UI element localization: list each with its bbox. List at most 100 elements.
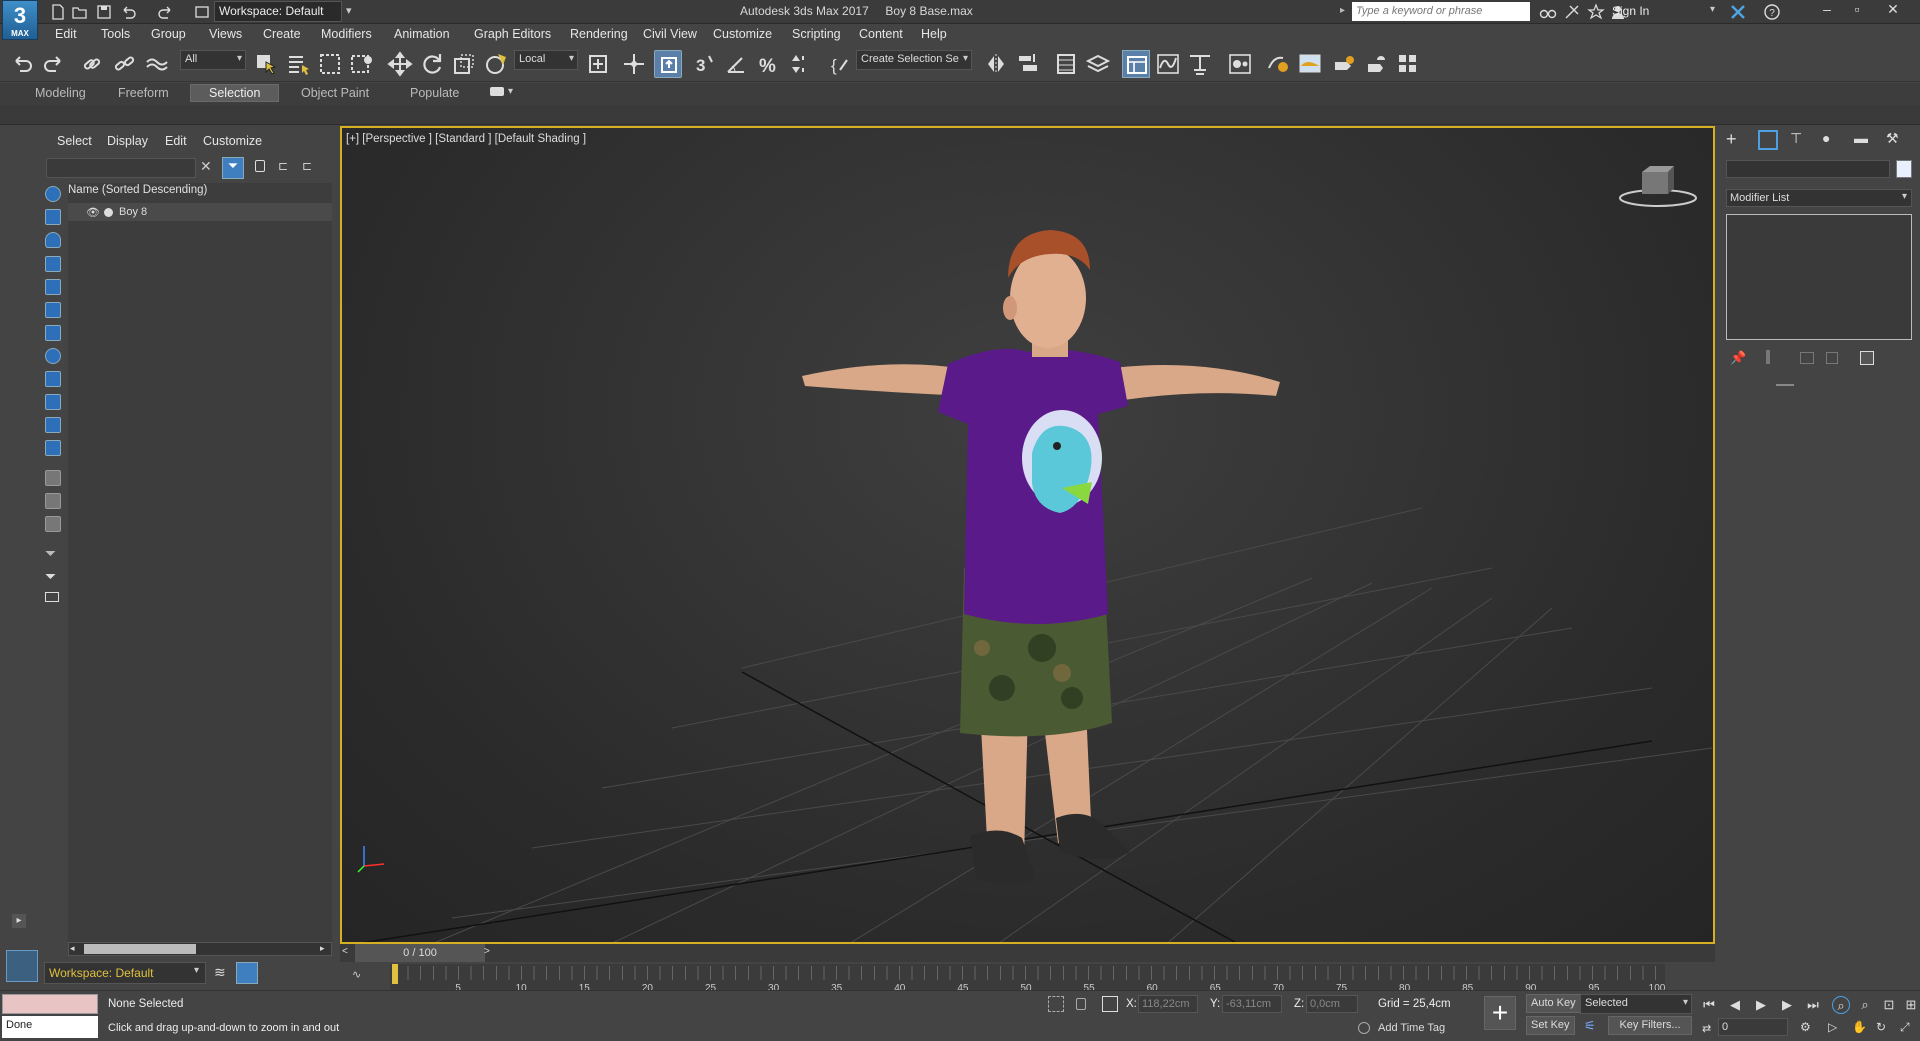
time-slider[interactable] — [340, 944, 1715, 962]
align-icon[interactable] — [1014, 50, 1042, 78]
explorer-menu-display[interactable]: Display — [107, 134, 148, 148]
scroll-left-icon[interactable]: ◂ — [70, 943, 75, 954]
select-and-manipulate-icon[interactable] — [620, 50, 648, 78]
toggle-layer-explorer-icon[interactable] — [1084, 50, 1112, 78]
snaps-toggle-icon[interactable]: 3 — [690, 50, 718, 78]
utilities-panel-icon[interactable]: ⚒ — [1886, 130, 1906, 150]
maxscript-result[interactable]: Done — [2, 1016, 98, 1038]
display-geometry-icon[interactable] — [45, 186, 61, 202]
menu-content[interactable]: Content — [859, 27, 903, 41]
display-invert-icon[interactable] — [45, 516, 61, 532]
tab-populate[interactable]: Populate — [410, 86, 459, 100]
select-and-place-icon[interactable] — [482, 50, 510, 78]
maximize-button[interactable]: ▫ — [1842, 0, 1872, 20]
name-column-header[interactable]: Name (Sorted Descending) — [68, 184, 207, 196]
render-setup-icon[interactable] — [1264, 50, 1292, 78]
motion-panel-icon[interactable]: ● — [1822, 130, 1842, 150]
menu-animation[interactable]: Animation — [394, 27, 450, 41]
zoom-extents-icon[interactable]: ⊡ — [1880, 996, 1898, 1014]
sign-in-link[interactable]: Sign In — [1612, 4, 1649, 18]
menu-views[interactable]: Views — [209, 27, 242, 41]
select-by-name-icon[interactable] — [284, 50, 312, 78]
redo-quick-icon[interactable] — [156, 2, 176, 22]
menu-edit[interactable]: Edit — [55, 27, 77, 41]
display-bones-icon[interactable] — [45, 371, 61, 387]
orbit-icon[interactable]: ↻ — [1876, 1020, 1894, 1038]
go-to-end-icon[interactable]: ⏭ — [1804, 996, 1822, 1014]
mirror-icon[interactable] — [982, 50, 1010, 78]
zoom-icon[interactable]: ⌕ — [1832, 996, 1850, 1014]
scene-explorer-mode-icon[interactable] — [236, 962, 258, 984]
field-of-view-icon[interactable]: ▷ — [1828, 1020, 1846, 1038]
display-cameras-icon[interactable] — [45, 256, 61, 272]
named-selection-sets-dropdown[interactable]: Create Selection Se — [856, 50, 972, 70]
edit-named-selection-icon[interactable]: { — [826, 50, 854, 78]
mini-curve-editor-icon[interactable]: ∿ — [352, 968, 361, 981]
menu-customize[interactable]: Customize — [713, 27, 772, 41]
explorer-search-input[interactable] — [46, 158, 196, 178]
explorer-menu-customize[interactable]: Customize — [203, 134, 262, 148]
new-file-icon[interactable] — [48, 2, 68, 22]
reference-coordinate-dropdown[interactable]: Local — [514, 50, 578, 70]
menu-rendering[interactable]: Rendering — [570, 27, 628, 41]
pivot-center-icon[interactable] — [584, 50, 612, 78]
favorites-star-icon[interactable] — [1586, 2, 1606, 22]
configure-modifier-sets-icon[interactable] — [1860, 351, 1874, 365]
select-and-move-icon[interactable] — [386, 50, 414, 78]
help-icon[interactable]: ? — [1762, 2, 1782, 22]
tab-selection[interactable]: Selection — [190, 84, 280, 102]
menu-help[interactable]: Help — [921, 27, 947, 41]
scrollbar-thumb[interactable] — [84, 944, 196, 954]
hierarchy-icon[interactable]: ⊏ — [278, 159, 288, 173]
menu-scripting[interactable]: Scripting — [792, 27, 841, 41]
set-keys-icon[interactable]: + — [1484, 996, 1516, 1030]
filter-clear-icon[interactable]: ⏷ — [45, 545, 56, 562]
selection-lock-toggle-icon[interactable] — [1076, 998, 1086, 1010]
tab-freeform[interactable]: Freeform — [118, 86, 169, 100]
toggle-ribbon-icon[interactable] — [1122, 50, 1150, 78]
freeze-icon[interactable] — [104, 208, 113, 217]
current-frame-marker[interactable] — [392, 964, 398, 984]
display-panel-icon[interactable]: ▬ — [1854, 130, 1874, 150]
a360-gallery-icon[interactable] — [1394, 50, 1422, 78]
display-lights-icon[interactable] — [45, 232, 61, 248]
set-key-button[interactable]: Set Key — [1526, 1016, 1575, 1035]
next-frame-icon[interactable]: > — [484, 946, 490, 957]
display-space-warps-icon[interactable] — [45, 302, 61, 318]
key-mode-toggle-icon[interactable]: ⇄ — [1702, 1022, 1711, 1035]
tab-modeling[interactable]: Modeling — [35, 86, 86, 100]
current-frame-field[interactable]: 0 — [1718, 1018, 1788, 1036]
perspective-viewport[interactable] — [340, 126, 1715, 944]
search-expand-icon[interactable]: ▸ — [1340, 5, 1345, 16]
project-folder-icon[interactable] — [192, 2, 212, 22]
workspace-dropdown[interactable]: Workspace: Default — [214, 1, 342, 22]
workspace-selector-arrow-icon[interactable]: ▾ — [194, 965, 199, 976]
scroll-right-icon[interactable]: ▸ — [320, 943, 325, 954]
remove-modifier-icon[interactable] — [1826, 352, 1838, 364]
toggle-scene-explorer-icon[interactable] — [1052, 50, 1080, 78]
display-visibility-icon[interactable] — [45, 440, 61, 456]
material-editor-icon[interactable] — [1226, 50, 1254, 78]
tab-object-paint[interactable]: Object Paint — [301, 86, 369, 100]
display-all-icon[interactable] — [45, 470, 61, 486]
search-input[interactable]: Type a keyword or phrase — [1352, 2, 1530, 21]
display-helpers-icon[interactable] — [45, 279, 61, 295]
selection-filter-dropdown[interactable]: All — [180, 50, 246, 70]
modifier-stack[interactable] — [1726, 214, 1912, 340]
undo-icon[interactable] — [8, 50, 36, 78]
object-color-swatch[interactable] — [1896, 160, 1912, 178]
window-crossing-icon[interactable] — [348, 50, 376, 78]
workspace-menu-arrow-icon[interactable]: ▾ — [346, 4, 352, 17]
key-mode-dropdown[interactable]: Selected — [1580, 994, 1692, 1014]
viewcube[interactable] — [1618, 160, 1698, 210]
go-to-start-icon[interactable]: ⏮ — [1700, 996, 1718, 1014]
subscription-icon[interactable] — [1562, 2, 1582, 22]
exchange-apps-icon[interactable] — [1728, 2, 1748, 22]
rectangular-selection-icon[interactable] — [316, 50, 344, 78]
lock-icon[interactable] — [255, 160, 265, 172]
menu-group[interactable]: Group — [151, 27, 186, 41]
unlink-selection-icon[interactable] — [110, 50, 138, 78]
menu-graph-editors[interactable]: Graph Editors — [474, 27, 551, 41]
object-name-input[interactable] — [1726, 160, 1890, 178]
auto-key-button[interactable]: Auto Key — [1526, 994, 1581, 1013]
